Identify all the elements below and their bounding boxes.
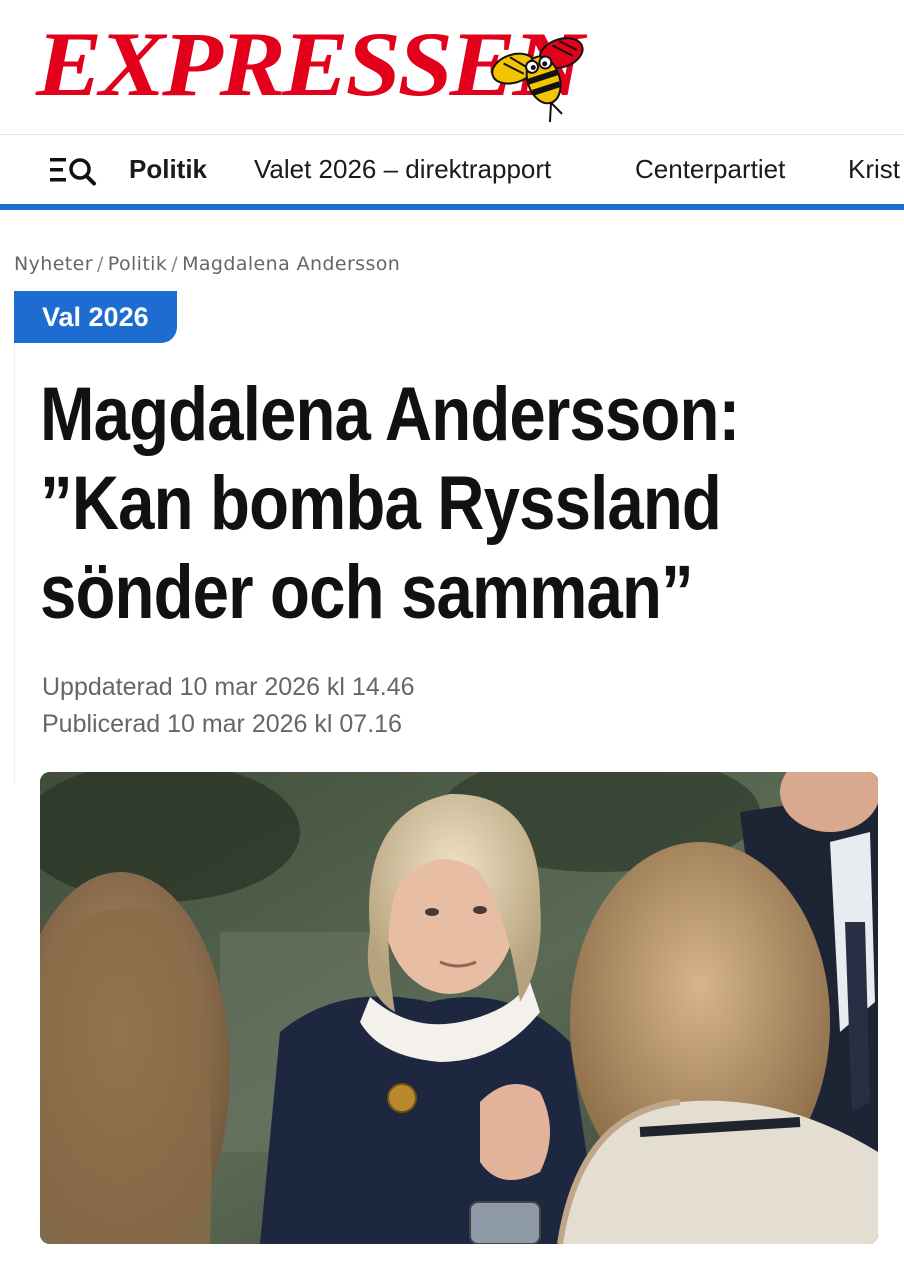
breadcrumb-separator: / — [96, 253, 104, 275]
breadcrumb-magdalena-andersson[interactable]: Magdalena Andersson — [182, 253, 400, 275]
menu-icon — [50, 158, 66, 182]
breadcrumb-politik[interactable]: Politik — [108, 253, 168, 275]
breadcrumb-separator: / — [171, 253, 179, 275]
published-timestamp: Publicerad 10 mar 2026 kl 07.16 — [42, 710, 402, 738]
masthead: EXPRESSEN — [0, 0, 904, 134]
nav-underline — [0, 204, 904, 210]
nav-item-politik[interactable]: Politik — [129, 151, 207, 187]
search-icon — [69, 158, 96, 186]
breadcrumb: Nyheter / Politik / Magdalena Andersson — [14, 253, 400, 275]
breadcrumb-nyheter[interactable]: Nyheter — [14, 253, 93, 275]
headline-line: ”Kan bomba Ryssland — [40, 461, 722, 546]
bee-icon — [491, 37, 584, 123]
article-photo[interactable] — [40, 772, 878, 1244]
section-tag[interactable]: Val 2026 — [14, 291, 177, 343]
nav-item-valet-2026[interactable]: Valet 2026 – direktrapport — [254, 151, 551, 187]
nav-item-krist[interactable]: Krist — [848, 151, 900, 187]
headline-line: sönder och samman” — [40, 550, 694, 635]
headline-line: Magdalena Andersson: — [40, 372, 740, 457]
article-headline: Magdalena Andersson: ”Kan bomba Ryssland… — [40, 370, 891, 637]
menu-search-button[interactable] — [48, 150, 104, 190]
nav-item-centerpartiet[interactable]: Centerpartiet — [635, 151, 785, 187]
article-photo-illustration — [40, 772, 878, 1244]
updated-timestamp: Uppdaterad 10 mar 2026 kl 14.46 — [42, 673, 415, 701]
